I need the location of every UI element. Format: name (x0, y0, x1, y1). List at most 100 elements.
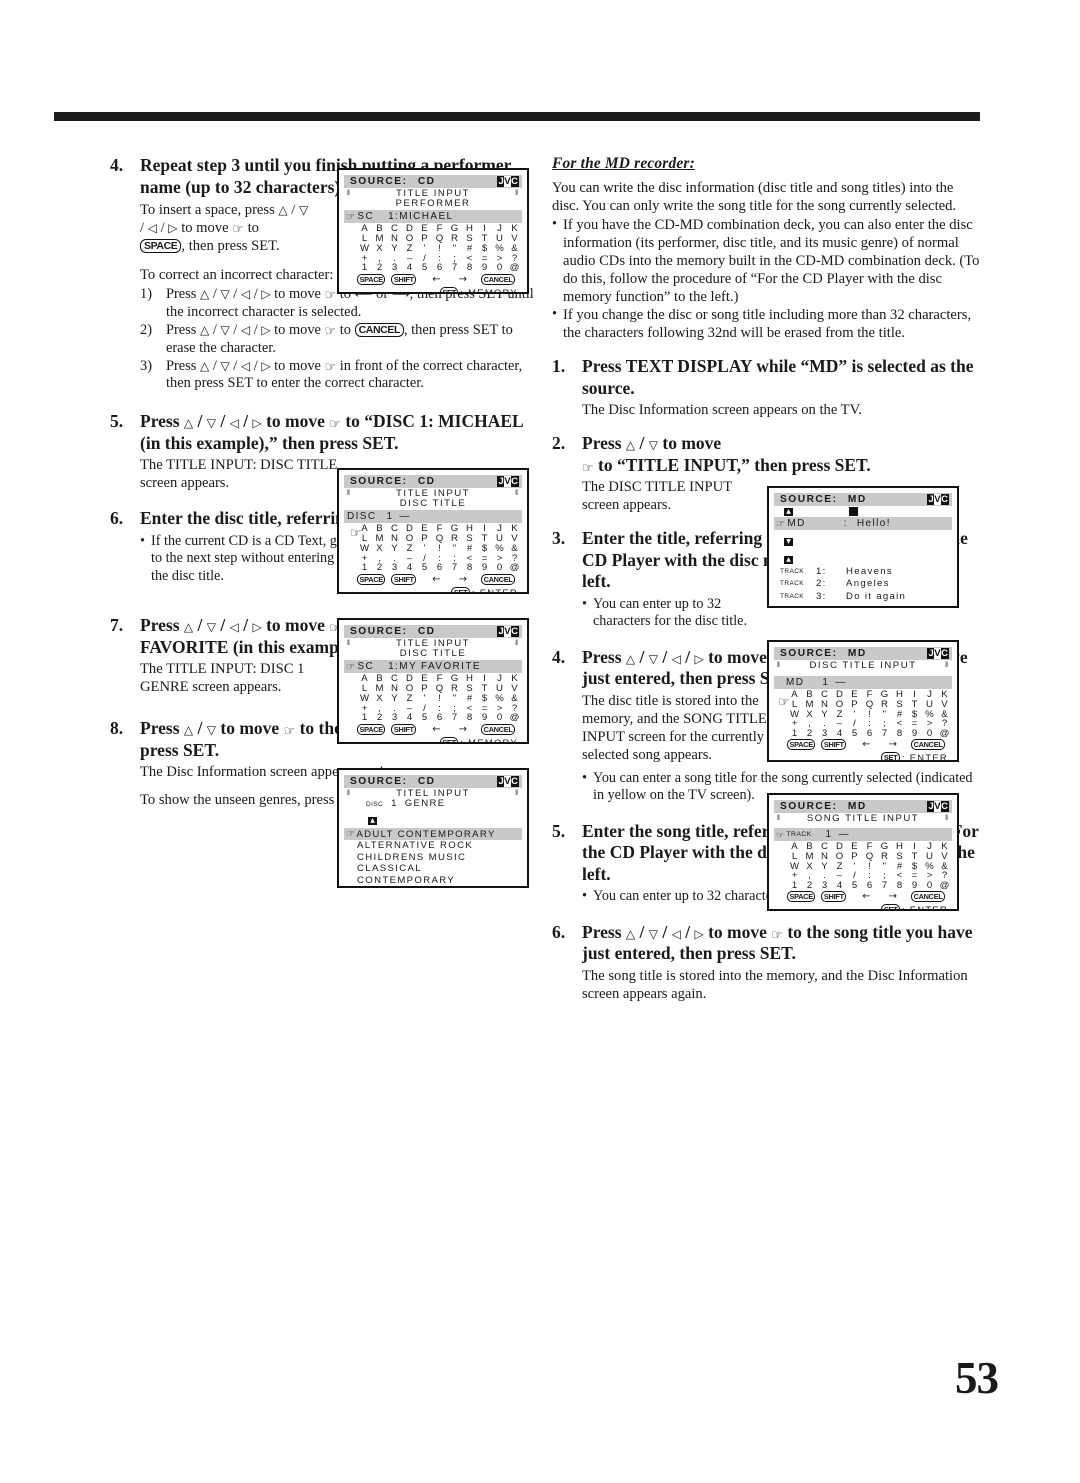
char-cell[interactable]: 6 (862, 729, 877, 739)
genre-item-1[interactable]: ALTERNATIVE ROCK (344, 840, 522, 852)
cancel-keycap[interactable]: CANCEL (354, 322, 404, 337)
char-cell[interactable]: 0 (492, 713, 507, 723)
grid-function-keys[interactable]: SPACE SHIFT ← → CANCEL (787, 891, 952, 903)
cancel-key[interactable]: CANCEL (911, 739, 946, 751)
selection-bar[interactable]: DISC 1 ― (344, 510, 522, 524)
cancel-key[interactable]: CANCEL (911, 891, 946, 903)
char-cell[interactable]: 8 (462, 563, 477, 573)
space-key[interactable]: SPACE (357, 723, 386, 735)
shift-key[interactable]: SHIFT (821, 739, 847, 751)
char-cell[interactable]: 3 (387, 713, 402, 723)
cursor-left-key[interactable]: ← (862, 891, 870, 902)
md-track-row[interactable]: TRACK 2: Angeles (774, 578, 952, 590)
char-cell[interactable]: @ (507, 563, 522, 573)
char-cell[interactable]: 9 (907, 881, 922, 891)
char-cell[interactable]: @ (507, 263, 522, 273)
md-track-row[interactable]: TRACK 3: Do it again (774, 591, 952, 603)
cursor-right-key[interactable]: → (459, 274, 467, 285)
track-scroll-up-icon[interactable]: ▲ (784, 556, 793, 564)
selection-bar[interactable]: ☞ SC 1 :MY FAVORITE (344, 660, 522, 674)
space-key[interactable]: SPACE (787, 891, 816, 903)
char-cell[interactable]: 8 (892, 881, 907, 891)
cursor-left-key[interactable]: ← (432, 574, 440, 585)
char-cell[interactable]: 0 (922, 729, 937, 739)
selection-bar[interactable]: MD 1 ― (774, 676, 952, 689)
character-grid[interactable]: A B C D E F G H I J K L M N O P Q R S T U V W X Y Z '! " # $% & +,. – /:;… (357, 224, 522, 273)
char-cell[interactable]: 2 (372, 713, 387, 723)
char-cell[interactable]: @ (507, 713, 522, 723)
set-keycap[interactable]: SET (439, 286, 459, 292)
char-cell[interactable]: 8 (892, 729, 907, 739)
cursor-left-key[interactable]: ← (432, 274, 440, 285)
space-key[interactable]: SPACE (787, 739, 816, 751)
char-cell[interactable]: 7 (447, 563, 462, 573)
char-cell[interactable]: 5 (417, 713, 432, 723)
character-grid[interactable]: A B C D E F G H I J K L M N O P Q R S T U V W X Y Z '! " # $% & +,. – /:;… (787, 842, 952, 891)
md-track-row[interactable]: TRACK 1: Heavens (774, 566, 952, 578)
char-cell[interactable]: 2 (372, 263, 387, 273)
char-cell[interactable]: 7 (877, 881, 892, 891)
genre-item-2[interactable]: CHILDRENS MUSIC (344, 852, 522, 864)
space-key[interactable]: SPACE (357, 273, 386, 285)
char-cell[interactable]: 7 (877, 729, 892, 739)
space-key[interactable]: SPACE (357, 573, 386, 585)
md-disc-row[interactable]: ☞ MD : Hello! (774, 517, 952, 530)
char-cell[interactable]: 1 (787, 729, 802, 739)
char-cell[interactable]: 2 (372, 563, 387, 573)
grid-function-keys[interactable]: SPACE SHIFT ← → CANCEL (787, 739, 952, 751)
cursor-right-key[interactable]: → (889, 739, 897, 750)
char-cell[interactable]: 9 (477, 263, 492, 273)
genre-item-4[interactable]: CONTEMPORARY CHRISTIAN (344, 875, 522, 886)
grid-function-keys[interactable]: SPACE SHIFT ← → CANCEL (357, 573, 522, 585)
char-cell[interactable]: 5 (847, 729, 862, 739)
char-cell[interactable]: 8 (462, 713, 477, 723)
char-cell[interactable]: 4 (402, 713, 417, 723)
char-cell[interactable]: 9 (477, 563, 492, 573)
character-grid[interactable]: A B C D E F G H I J K L M N O P Q R S T U V W X Y Z '! " # $% & +,. – /:;… (787, 690, 952, 739)
grid-function-keys[interactable]: SPACE SHIFT ← → CANCEL (357, 723, 522, 735)
char-cell[interactable]: 4 (832, 881, 847, 891)
char-cell[interactable]: 1 (357, 713, 372, 723)
scroll-down-icon[interactable]: ▼ (784, 538, 793, 546)
char-cell[interactable]: 7 (447, 263, 462, 273)
shift-key[interactable]: SHIFT (821, 891, 847, 903)
char-cell[interactable]: 5 (417, 263, 432, 273)
char-cell[interactable]: 1 (357, 563, 372, 573)
cursor-left-key[interactable]: ← (862, 739, 870, 750)
set-keycap[interactable]: SET (881, 752, 900, 760)
char-cell[interactable]: 3 (817, 729, 832, 739)
char-cell[interactable]: @ (937, 729, 952, 739)
char-cell[interactable]: 6 (432, 713, 447, 723)
char-cell[interactable]: 6 (432, 263, 447, 273)
char-cell[interactable]: 6 (432, 563, 447, 573)
cursor-left-key[interactable]: ← (432, 724, 440, 735)
char-cell[interactable]: @ (937, 881, 952, 891)
char-cell[interactable]: 3 (387, 263, 402, 273)
cancel-key[interactable]: CANCEL (481, 723, 516, 735)
char-cell[interactable]: 7 (447, 713, 462, 723)
char-cell[interactable]: 1 (787, 881, 802, 891)
char-cell[interactable]: 4 (832, 729, 847, 739)
cancel-key[interactable]: CANCEL (481, 573, 516, 585)
char-cell[interactable]: 3 (387, 563, 402, 573)
set-keycap[interactable]: SET (451, 586, 470, 592)
scroll-up-icon[interactable]: ▲ (784, 507, 793, 516)
set-keycap[interactable]: SET (881, 904, 900, 909)
character-grid[interactable]: A B C D E F G H I J K L M N O P Q R S T U V W X Y Z '! " # $% & +,. – /:;… (357, 524, 522, 573)
scroll-up-icon[interactable]: ▲ (368, 817, 377, 826)
char-cell[interactable]: 5 (417, 563, 432, 573)
shift-key[interactable]: SHIFT (391, 723, 417, 735)
char-cell[interactable]: 1 (357, 263, 372, 273)
char-cell[interactable]: 0 (922, 881, 937, 891)
char-cell[interactable]: 4 (402, 563, 417, 573)
char-cell[interactable]: 2 (802, 881, 817, 891)
char-cell[interactable]: 9 (907, 729, 922, 739)
selection-bar[interactable]: ☞ TRACK 1 ― (774, 828, 952, 841)
cursor-right-key[interactable]: → (889, 891, 897, 902)
character-grid[interactable]: A B C D E F G H I J K L M N O P Q R S T U V W X Y Z '! " # $% & +,. – /:;… (357, 674, 522, 723)
selection-bar[interactable]: ☞ SC 1 :MICHAEL (344, 210, 522, 224)
shift-key[interactable]: SHIFT (391, 273, 417, 285)
set-keycap[interactable]: SET (439, 736, 459, 742)
char-cell[interactable]: 3 (817, 881, 832, 891)
cursor-right-key[interactable]: → (459, 724, 467, 735)
